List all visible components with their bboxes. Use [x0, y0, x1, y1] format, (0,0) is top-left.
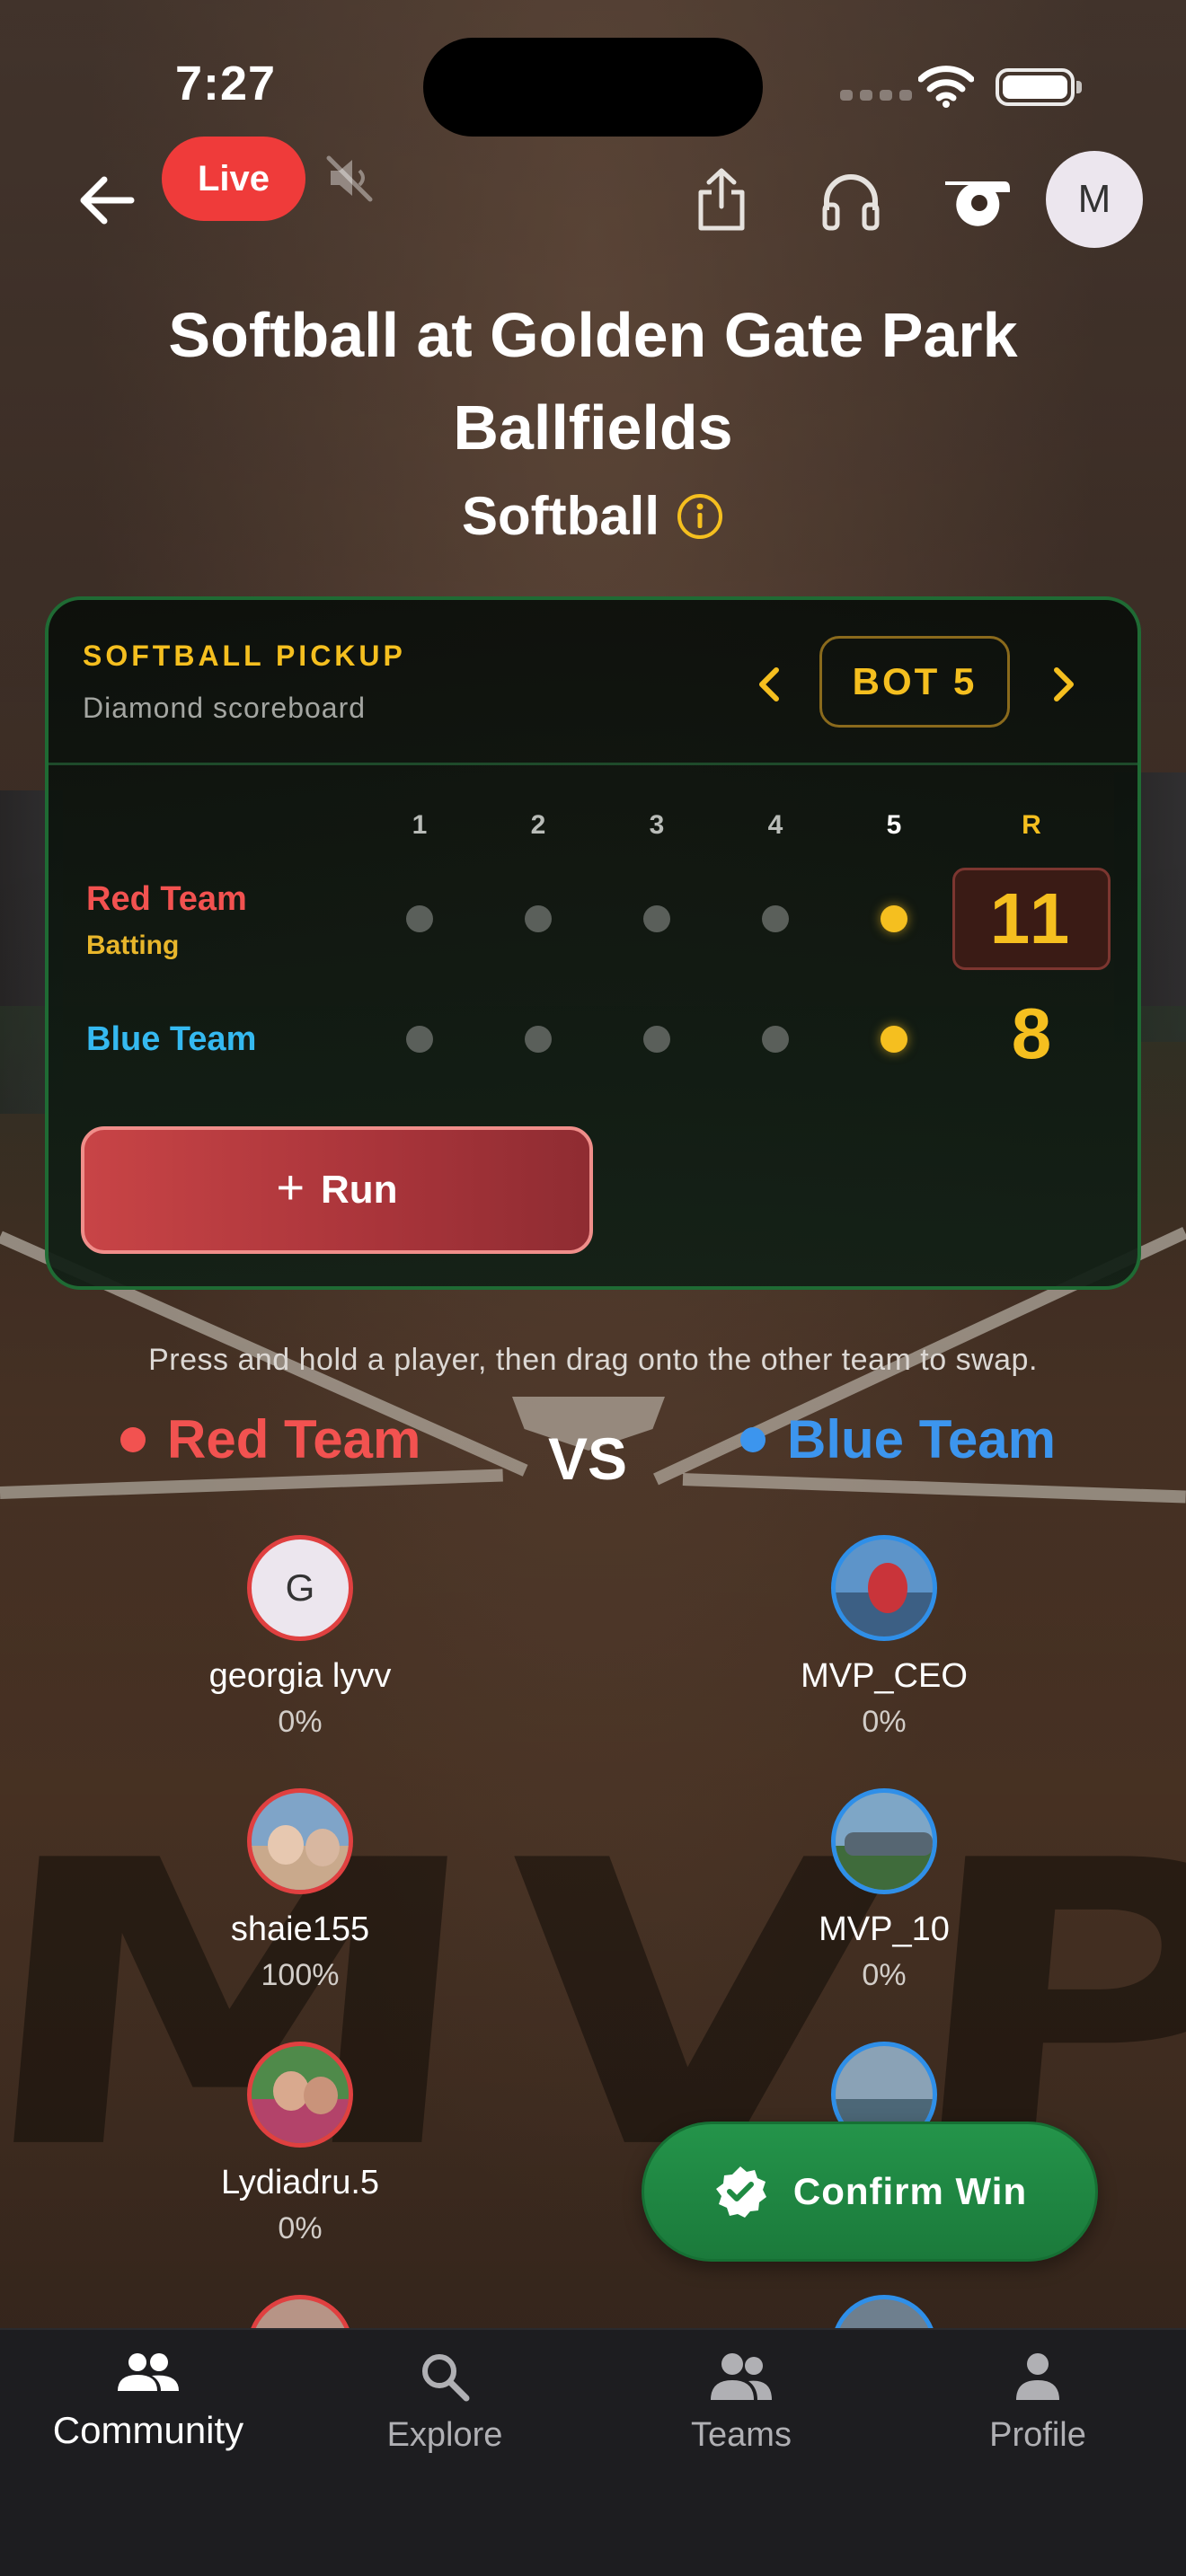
- blue-team-label: Blue Team: [787, 1409, 1056, 1469]
- player-avatar: G: [247, 1535, 353, 1641]
- tab-label: Explore: [386, 2416, 503, 2454]
- inning-column-5: 5: [886, 810, 902, 840]
- inning-marker: [643, 1026, 670, 1053]
- inning-column-1: 1: [412, 810, 428, 840]
- search-icon: [422, 2354, 470, 2402]
- scoreboard-card: SOFTBALL PICKUP Diamond scoreboard BOT 5…: [45, 596, 1141, 1290]
- scoreboard-title: SOFTBALL PICKUP: [83, 640, 406, 672]
- player-percentage: 100%: [261, 1958, 340, 1992]
- player-card-red[interactable]: shaie155 100%: [165, 1788, 435, 1993]
- add-run-label: Run: [321, 1168, 398, 1212]
- plus-icon: +: [276, 1160, 305, 1214]
- player-avatar: [247, 2042, 353, 2148]
- player-name: MVP_10: [819, 1910, 950, 1948]
- back-button[interactable]: [75, 169, 138, 232]
- tab-community[interactable]: Community: [13, 2351, 283, 2452]
- whistle-icon[interactable]: [942, 176, 1012, 226]
- wifi-icon: [918, 66, 974, 108]
- live-badge[interactable]: Live: [162, 137, 305, 221]
- confirm-win-button[interactable]: Confirm Win: [642, 2122, 1098, 2262]
- inning-marker: [762, 1026, 789, 1053]
- red-team-header: Red Team: [120, 1408, 420, 1470]
- tab-teams[interactable]: Teams: [606, 2351, 876, 2455]
- previous-inning-button[interactable]: [748, 657, 792, 711]
- page-title: Softball at Golden Gate Park Ballfields: [168, 300, 1018, 463]
- blue-team-dot: [740, 1426, 766, 1452]
- dynamic-island: [423, 38, 763, 137]
- add-run-button[interactable]: + Run: [81, 1126, 593, 1254]
- tab-label: Teams: [691, 2416, 792, 2454]
- user-avatar[interactable]: M: [1046, 151, 1143, 248]
- batting-indicator: Batting: [86, 931, 180, 960]
- muted-speaker-icon[interactable]: [325, 153, 376, 203]
- profile-icon: [1016, 2353, 1059, 2400]
- tab-explore[interactable]: Explore: [310, 2351, 580, 2455]
- inning-marker: [406, 1026, 433, 1053]
- vs-label: VS: [548, 1425, 628, 1492]
- player-name: shaie155: [230, 1910, 370, 1948]
- scoreboard-header: SOFTBALL PICKUP Diamond scoreboard BOT 5: [49, 600, 1137, 765]
- red-team-runs: 11: [952, 868, 1111, 970]
- info-icon[interactable]: [676, 492, 724, 541]
- player-avatar: [831, 1788, 937, 1894]
- swap-hint: Press and hold a player, then drag onto …: [148, 1343, 1038, 1377]
- player-name: Lydiadru.5: [220, 2164, 380, 2201]
- player-card-red[interactable]: G georgia lyvv 0%: [165, 1535, 435, 1740]
- verified-badge-icon: [715, 2166, 766, 2218]
- inning-marker: [525, 905, 552, 932]
- inning-badge: BOT 5: [819, 636, 1010, 728]
- player-card-red[interactable]: Lydiadru.5 0%: [165, 2042, 435, 2246]
- current-inning-marker: [881, 905, 907, 932]
- blue-team-header: Blue Team: [740, 1408, 1056, 1470]
- inning-marker: [762, 905, 789, 932]
- runs-column: R: [1022, 810, 1041, 840]
- inning-marker: [406, 905, 433, 932]
- tab-profile[interactable]: Profile: [903, 2351, 1173, 2455]
- player-name: georgia lyvv: [208, 1657, 392, 1695]
- current-inning-marker: [881, 1026, 907, 1053]
- cellular-signal-icon: [840, 90, 912, 101]
- player-name: MVP_CEO: [801, 1657, 968, 1695]
- share-icon[interactable]: [694, 167, 749, 232]
- player-card-blue[interactable]: MVP_10 0%: [749, 1788, 1019, 1993]
- headphones-icon[interactable]: [819, 169, 882, 232]
- red-team-label: Red Team: [167, 1409, 421, 1469]
- scoreboard-team-blue: Blue Team: [86, 1020, 257, 1058]
- player-avatar: [831, 1535, 937, 1641]
- battery-icon: [996, 68, 1082, 106]
- community-icon: [118, 2353, 179, 2391]
- inning-column-2: 2: [530, 810, 546, 840]
- sport-label: Softball: [462, 486, 659, 546]
- player-percentage: 0%: [278, 1705, 323, 1739]
- inning-marker: [643, 905, 670, 932]
- sport-row: Softball: [0, 485, 1186, 547]
- next-inning-button[interactable]: [1040, 657, 1085, 711]
- inning-column-3: 3: [649, 810, 665, 840]
- status-time: 7:27: [175, 57, 277, 110]
- player-avatar: [247, 1788, 353, 1894]
- teams-icon: [711, 2353, 772, 2400]
- tab-label: Profile: [989, 2416, 1086, 2454]
- player-percentage: 0%: [862, 1958, 907, 1992]
- blue-team-runs: 8: [1011, 993, 1052, 1073]
- scoreboard-subtitle: Diamond scoreboard: [83, 692, 367, 724]
- player-percentage: 0%: [278, 2211, 323, 2245]
- player-card-blue[interactable]: MVP_CEO 0%: [749, 1535, 1019, 1740]
- confirm-win-label: Confirm Win: [792, 2170, 1028, 2212]
- inning-marker: [525, 1026, 552, 1053]
- scoreboard-team-red: Red Team: [86, 880, 247, 918]
- inning-column-4: 4: [767, 810, 783, 840]
- tab-label: Community: [52, 2409, 244, 2451]
- bottom-tab-bar: Community Explore Teams Profile: [0, 2328, 1186, 2576]
- player-percentage: 0%: [862, 1705, 907, 1739]
- red-team-dot: [120, 1426, 146, 1452]
